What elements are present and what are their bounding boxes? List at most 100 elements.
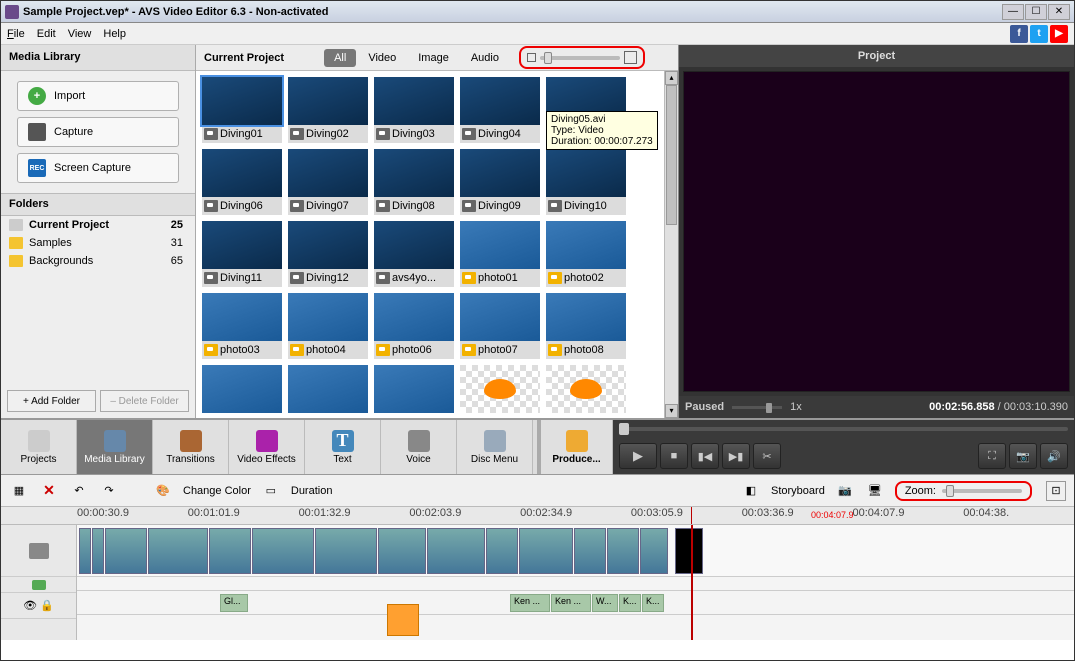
audio-clip[interactable]: K...	[619, 594, 641, 612]
clip-thumbnail[interactable]: Diving06	[202, 149, 282, 215]
undo-icon[interactable]: ↶	[69, 481, 89, 501]
clip-thumbnail[interactable]: Diving11	[202, 221, 282, 287]
projects-button[interactable]: Projects	[1, 420, 77, 474]
clip-thumbnail[interactable]: Diving09	[460, 149, 540, 215]
storyboard-toggle-icon[interactable]: ◧	[741, 481, 761, 501]
audio-clip[interactable]: K...	[642, 594, 664, 612]
redo-icon[interactable]: ↷	[99, 481, 119, 501]
timeline-clip[interactable]	[607, 528, 639, 574]
clip-thumbnail[interactable]: Diving02	[288, 77, 368, 143]
transitions-button[interactable]: Transitions	[153, 420, 229, 474]
playhead[interactable]	[691, 525, 693, 640]
capture-button[interactable]: Capture	[17, 117, 179, 147]
timeline-clip[interactable]	[427, 528, 485, 574]
clip-thumbnail[interactable]: Diving04	[460, 77, 540, 143]
seek-handle[interactable]	[619, 423, 629, 435]
screen-capture-button[interactable]: RECScreen Capture	[17, 153, 179, 183]
stop-button[interactable]: ■	[660, 443, 688, 469]
clip-thumbnail[interactable]: Diving12	[288, 221, 368, 287]
duration-icon[interactable]: ▭	[261, 481, 281, 501]
clip-thumbnail[interactable]	[288, 365, 368, 413]
facebook-icon[interactable]: f	[1010, 25, 1028, 43]
timeline-clip[interactable]	[519, 528, 573, 574]
clip-thumbnail[interactable]: avs4yo...	[374, 221, 454, 287]
audio-clip[interactable]: Gl...	[220, 594, 248, 612]
clip-thumbnail[interactable]: Diving08	[374, 149, 454, 215]
audio-waveform-track[interactable]	[77, 577, 1074, 591]
clip-thumbnail[interactable]: Diving07	[288, 149, 368, 215]
folder-current-project[interactable]: Current Project25	[1, 216, 195, 234]
color-icon[interactable]: 🎨	[153, 481, 173, 501]
volume-button[interactable]: 🔊	[1040, 443, 1068, 469]
close-button[interactable]: ✕	[1048, 4, 1070, 20]
folder-samples[interactable]: Samples31	[1, 234, 195, 252]
timeline-clip[interactable]	[640, 528, 668, 574]
timeline-view-icon[interactable]: ▦	[9, 481, 29, 501]
scroll-thumb[interactable]	[666, 85, 677, 225]
audio-clip[interactable]: Ken ...	[551, 594, 591, 612]
zoom-large-icon[interactable]	[624, 51, 637, 64]
clip-thumbnail[interactable]: Diving10	[546, 149, 626, 215]
duration-button[interactable]: Duration	[291, 485, 333, 497]
zoom-small-icon[interactable]	[527, 53, 536, 62]
next-button[interactable]: ▶▮	[722, 443, 750, 469]
youtube-icon[interactable]: ▶	[1050, 25, 1068, 43]
play-button[interactable]: ▶	[619, 443, 657, 469]
clip-thumbnail[interactable]: photo08	[546, 293, 626, 359]
disc-menu-button[interactable]: Disc Menu	[457, 420, 533, 474]
audio-clip[interactable]: W...	[592, 594, 618, 612]
timeline-clip[interactable]	[486, 528, 518, 574]
text-button[interactable]: TText	[305, 420, 381, 474]
timeline-clip[interactable]	[105, 528, 147, 574]
clip-thumbnail[interactable]: photo06	[374, 293, 454, 359]
timeline-clip[interactable]	[252, 528, 314, 574]
delete-icon[interactable]: ✕	[39, 481, 59, 501]
voice-button[interactable]: Voice	[381, 420, 457, 474]
clip-thumbnail[interactable]: photo03	[202, 293, 282, 359]
video-track[interactable]	[77, 525, 1074, 577]
menu-view[interactable]: View	[68, 28, 92, 40]
thumbnail-zoom-slider[interactable]	[540, 56, 620, 60]
timeline-clip[interactable]	[79, 528, 91, 574]
visibility-header[interactable]: 👁 🔒	[1, 593, 76, 619]
change-color-button[interactable]: Change Color	[183, 485, 251, 497]
timeline-ruler[interactable]: 00:04:07.9 00:00:30.900:01:01.900:01:32.…	[1, 507, 1074, 525]
clip-thumbnail[interactable]: Diving03	[374, 77, 454, 143]
produce-button[interactable]: Produce...	[537, 420, 613, 474]
fullscreen-button[interactable]: ⛶	[978, 443, 1006, 469]
menu-file[interactable]: File	[7, 28, 25, 40]
snapshot-button[interactable]: 📷	[1009, 443, 1037, 469]
clip-thumbnail[interactable]	[460, 365, 540, 413]
tab-all[interactable]: All	[324, 49, 356, 67]
fit-timeline-button[interactable]: ⊡	[1046, 481, 1066, 501]
clip-thumbnail[interactable]	[202, 365, 282, 413]
timeline-clip[interactable]	[574, 528, 606, 574]
clip-thumbnail[interactable]: photo02	[546, 221, 626, 287]
maximize-button[interactable]: ☐	[1025, 4, 1047, 20]
media-library-button[interactable]: Media Library	[77, 420, 153, 474]
video-track-header[interactable]	[1, 525, 76, 577]
twitter-icon[interactable]: t	[1030, 25, 1048, 43]
clip-thumbnail[interactable]	[546, 365, 626, 413]
clip-thumbnail[interactable]: photo07	[460, 293, 540, 359]
menu-edit[interactable]: Edit	[37, 28, 56, 40]
storyboard-button[interactable]: Storyboard	[771, 485, 825, 497]
overlay-track[interactable]: Gl... Ken ... Ken ... W... K... K...	[77, 591, 1074, 615]
scroll-up-icon[interactable]: ▴	[665, 71, 678, 85]
audio-track-header[interactable]	[1, 577, 76, 593]
overlay-image-clip[interactable]	[387, 604, 419, 636]
monitor-icon[interactable]: 🖥	[865, 481, 885, 501]
seek-track[interactable]	[619, 427, 1068, 431]
prev-button[interactable]: ▮◀	[691, 443, 719, 469]
folder-backgrounds[interactable]: Backgrounds65	[1, 252, 195, 270]
timeline-clip[interactable]	[148, 528, 208, 574]
add-folder-button[interactable]: + Add Folder	[7, 390, 96, 412]
speed-slider[interactable]	[732, 406, 782, 409]
timeline-clip[interactable]	[378, 528, 426, 574]
audio-clip[interactable]: Ken ...	[510, 594, 550, 612]
scroll-down-icon[interactable]: ▾	[665, 404, 678, 418]
tab-audio[interactable]: Audio	[461, 49, 509, 67]
clip-thumbnail[interactable]	[374, 365, 454, 413]
clip-thumbnail[interactable]: photo01	[460, 221, 540, 287]
tab-image[interactable]: Image	[408, 49, 459, 67]
